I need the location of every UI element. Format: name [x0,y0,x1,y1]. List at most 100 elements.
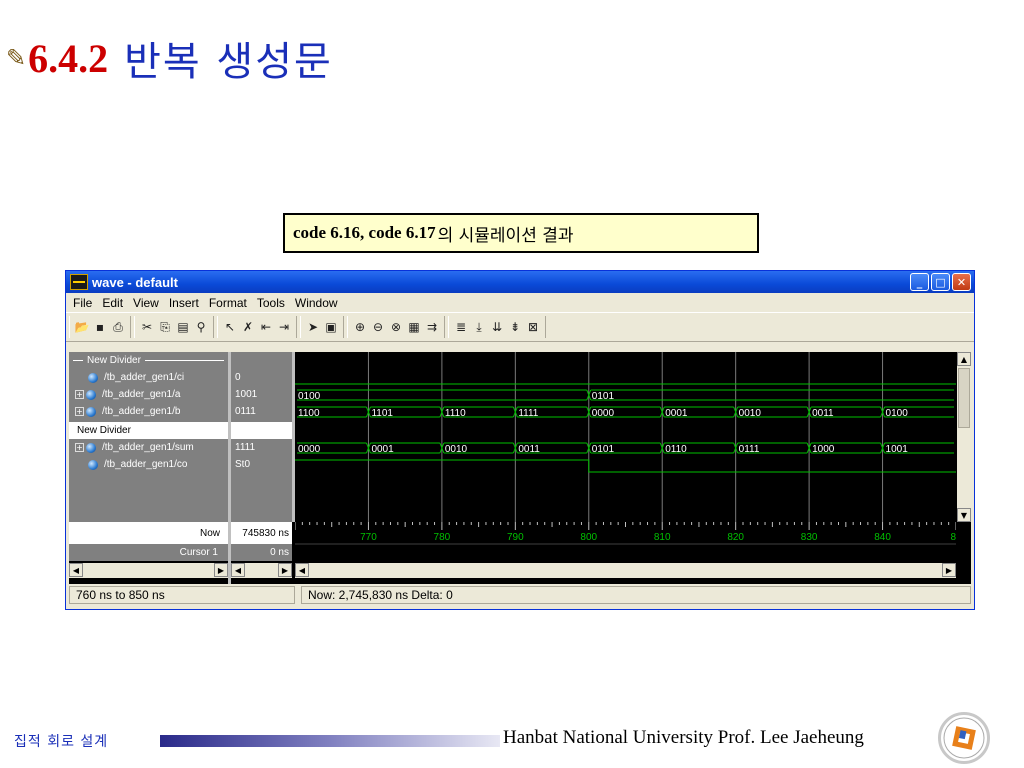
next-edge-icon[interactable]: ⇥ [275,318,293,336]
signal-row[interactable]: /tb_adder_gen1/co [77,456,187,473]
zoom-mode-icon[interactable]: ▣ [322,318,340,336]
trace-b-value-label: 0001 [665,408,688,419]
break-icon[interactable]: ⊠ [524,318,542,336]
ruler-label: 820 [727,532,744,543]
scroll-up-icon[interactable]: ▲ [957,352,971,366]
cursor-value: 0 ns [231,544,292,561]
signal-icon [86,442,96,453]
scroll-left-icon[interactable]: ◀ [69,563,83,577]
zoom-in-icon[interactable]: ⊕ [351,318,369,336]
vertical-scrollbar[interactable]: ▲ ▼ [957,352,971,522]
window-titlebar[interactable]: wave - default _ □ ✕ [66,271,974,293]
run-all-icon[interactable]: ⇟ [506,318,524,336]
status-bar: 760 ns to 850 ns Now: 2,745,830 ns Delta… [69,586,971,606]
trace-a-value-label: 0100 [298,391,321,402]
signal-name: /tb_adder_gen1/co [104,459,188,470]
menu-window[interactable]: Window [290,296,343,310]
waveform-canvas[interactable]: 0100 0101 1100 1101 1110 1111 0000 0001 0010 0011… [295,352,956,563]
trace-b-value-label: 1100 [298,408,320,419]
trace-b-value-label: 1110 [445,408,466,419]
signal-value: 0 [235,372,241,383]
copy-icon[interactable]: ⎘ [156,318,174,336]
trace-sum-value-label: 0001 [371,444,394,455]
now-label: Now [69,522,228,544]
wave-pane-hscroll[interactable]: ◀ ▶ [295,563,956,578]
menu-edit[interactable]: Edit [97,296,128,310]
select-mode-icon[interactable]: ➤ [304,318,322,336]
trace-sum-value-label: 1001 [886,444,909,455]
footer-credit: Hanbat National University Prof. Lee Jae… [503,727,864,748]
cut-icon[interactable]: ✂ [138,318,156,336]
close-button[interactable]: ✕ [952,273,971,291]
expand-icon[interactable]: + [75,407,84,416]
value-pane-hscroll[interactable]: ◀ ▶ [231,563,292,578]
menu-bar: File Edit View Insert Format Tools Windo… [66,293,974,312]
signal-value: 1001 [235,389,258,400]
signal-name: /tb_adder_gen1/ci [104,372,185,383]
trace-b-value-label: 1101 [371,408,393,419]
ruler-label: 780 [434,532,451,543]
signal-row[interactable]: + /tb_adder_gen1/b [75,403,180,420]
prev-edge-icon[interactable]: ⇤ [257,318,275,336]
menu-file[interactable]: File [68,296,97,310]
signal-value: St0 [235,459,251,470]
ruler-label: 85 [950,532,956,543]
signal-value: 0111 [235,406,256,417]
run-icon[interactable]: ⤓ [470,318,488,336]
continue-icon[interactable]: ⇊ [488,318,506,336]
trace-b-value-label: 0000 [592,408,615,419]
menu-insert[interactable]: Insert [164,296,204,310]
trace-sum-value-label: 0011 [518,444,540,455]
maximize-button[interactable]: □ [931,273,950,291]
save-icon[interactable]: ▪ [91,318,109,336]
zoom-full-icon[interactable]: ⊗ [387,318,405,336]
zoom-out-icon[interactable]: ⊖ [369,318,387,336]
zoom-cursor-icon[interactable]: ▦ [405,318,423,336]
scroll-down-icon[interactable]: ▼ [957,508,971,522]
menu-view[interactable]: View [128,296,164,310]
minimize-button[interactable]: _ [910,273,929,291]
toolbar: 📂 ▪ ⎙ ✂ ⎘ ▤ ⚲ ↖ ✗ ⇤ ⇥ ➤ ▣ ⊕ ⊖ ⊗ ▦ ⇉ ≣ ⤓ … [66,312,974,342]
wave-area: New Divider /tb_adder_gen1/ci + /tb_adde… [69,352,971,584]
divider-value-selected [231,422,292,439]
signal-name: /tb_adder_gen1/sum [102,442,194,453]
find-icon[interactable]: ⚲ [192,318,210,336]
divider-row[interactable]: New Divider [69,352,228,369]
scroll-right-icon[interactable]: ▶ [942,563,956,577]
ruler-label: 810 [654,532,671,543]
insert-cursor-icon[interactable]: ↖ [221,318,239,336]
signal-row[interactable]: + /tb_adder_gen1/sum [75,439,194,456]
scroll-left-icon[interactable]: ◀ [295,563,309,577]
trace-sum-value-label: 1000 [812,444,835,455]
cursor-label[interactable]: Cursor 1 [69,544,228,561]
divider-row-selected[interactable]: New Divider [69,422,228,439]
now-value: 745830 ns [231,522,292,544]
signal-icon [88,459,98,470]
scroll-left-icon[interactable]: ◀ [231,563,245,577]
pen-star-icon: ✎ [6,44,27,72]
expand-icon[interactable]: + [75,390,84,399]
paste-icon[interactable]: ▤ [174,318,192,336]
trace-b-value-label: 0011 [812,408,834,419]
scroll-thumb[interactable] [958,368,970,428]
menu-format[interactable]: Format [204,296,252,310]
delete-cursor-icon[interactable]: ✗ [239,318,257,336]
zoom-last-icon[interactable]: ⇉ [423,318,441,336]
restart-icon[interactable]: ≣ [452,318,470,336]
ruler-label: 840 [874,532,891,543]
scroll-right-icon[interactable]: ▶ [214,563,228,577]
trace-sum-value-label: 0101 [592,444,615,455]
ruler-label: 770 [360,532,377,543]
university-logo-icon [938,712,990,764]
name-pane-hscroll[interactable]: ◀ ▶ [69,563,228,578]
status-now: Now: 2,745,830 ns Delta: 0 [301,586,971,604]
signal-icon [86,389,96,400]
signal-row[interactable]: + /tb_adder_gen1/a [75,386,180,403]
open-icon[interactable]: 📂 [73,318,91,336]
expand-icon[interactable]: + [75,443,84,452]
menu-tools[interactable]: Tools [252,296,290,310]
print-icon[interactable]: ⎙ [109,318,127,336]
scroll-right-icon[interactable]: ▶ [278,563,292,577]
trace-sum-value-label: 0000 [298,444,321,455]
signal-row[interactable]: /tb_adder_gen1/ci [77,369,184,386]
